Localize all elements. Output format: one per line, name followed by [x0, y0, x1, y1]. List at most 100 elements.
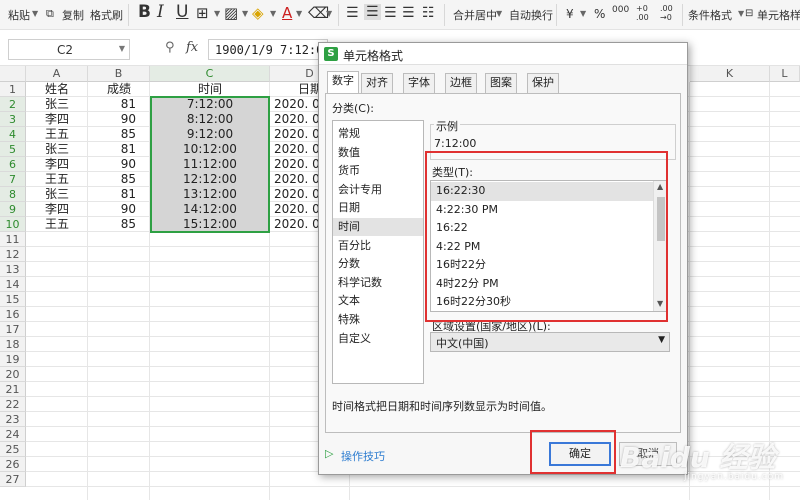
- select-all-corner[interactable]: [0, 66, 26, 82]
- merge-center-button[interactable]: 合并居中: [453, 7, 497, 23]
- row-header[interactable]: 27: [0, 472, 26, 487]
- paste-dropdown-icon[interactable]: ▼: [32, 9, 38, 18]
- row-header[interactable]: 15: [0, 292, 26, 307]
- percent-button[interactable]: %: [594, 7, 605, 21]
- tab-border[interactable]: 边框: [445, 73, 477, 93]
- copy-button[interactable]: 复制: [62, 7, 84, 23]
- category-item[interactable]: 货币: [333, 162, 423, 180]
- row-header[interactable]: 24: [0, 427, 26, 442]
- conditional-format-button[interactable]: 条件格式: [688, 7, 732, 23]
- merge-dropdown-icon[interactable]: ▼: [496, 9, 502, 18]
- currency-button[interactable]: ¥: [566, 7, 574, 21]
- cell-score[interactable]: 81: [88, 187, 136, 202]
- tab-protection[interactable]: 保护: [527, 73, 559, 93]
- row-header[interactable]: 8: [0, 187, 26, 202]
- row-header[interactable]: 1: [0, 82, 26, 97]
- row-header[interactable]: 19: [0, 352, 26, 367]
- clear-dropdown-icon[interactable]: ▼: [326, 9, 332, 18]
- italic-button[interactable]: I: [157, 2, 164, 22]
- category-item[interactable]: 会计专用: [333, 181, 423, 199]
- justify-icon[interactable]: ☰: [402, 5, 415, 21]
- font-color-dropdown-icon[interactable]: ▼: [296, 9, 302, 18]
- row-header[interactable]: 16: [0, 307, 26, 322]
- cell-score[interactable]: 90: [88, 157, 136, 172]
- align-right-icon[interactable]: ☰: [384, 5, 397, 21]
- cell-name[interactable]: 张三: [26, 142, 88, 157]
- category-item[interactable]: 特殊: [333, 311, 423, 329]
- cell-header-score[interactable]: 成绩: [88, 82, 150, 97]
- tab-number[interactable]: 数字: [327, 71, 359, 94]
- tips-link[interactable]: 操作技巧: [341, 448, 385, 464]
- name-box-dropdown-icon[interactable]: ▼: [119, 44, 125, 53]
- category-item[interactable]: 文本: [333, 292, 423, 310]
- cell-header-time[interactable]: 时间: [150, 82, 270, 97]
- category-item[interactable]: 数值: [333, 144, 423, 162]
- row-header[interactable]: 2: [0, 97, 26, 112]
- category-item[interactable]: 时间: [333, 218, 423, 236]
- row-header[interactable]: 17: [0, 322, 26, 337]
- cell-score[interactable]: 90: [88, 112, 136, 127]
- cell-style-button[interactable]: 单元格样式: [757, 7, 800, 23]
- col-header-a[interactable]: A: [26, 66, 88, 82]
- dialog-titlebar[interactable]: S 单元格格式: [319, 43, 687, 65]
- cell-score[interactable]: 81: [88, 97, 136, 112]
- cell-header-name[interactable]: 姓名: [26, 82, 88, 97]
- distribute-icon[interactable]: ☷: [422, 5, 435, 21]
- align-left-icon[interactable]: ☰: [346, 5, 359, 21]
- cell-score[interactable]: 85: [88, 172, 136, 187]
- align-center-icon[interactable]: ☰: [364, 4, 381, 20]
- category-item[interactable]: 自定义: [333, 330, 423, 348]
- paste-button[interactable]: 粘贴: [8, 7, 30, 23]
- fill-pattern-icon[interactable]: ▨: [224, 4, 238, 22]
- col-header-c[interactable]: C: [150, 66, 270, 82]
- row-header[interactable]: 23: [0, 412, 26, 427]
- row-header[interactable]: 5: [0, 142, 26, 157]
- fill-color-dropdown-icon[interactable]: ▼: [270, 9, 276, 18]
- row-header[interactable]: 20: [0, 367, 26, 382]
- category-item[interactable]: 百分比: [333, 237, 423, 255]
- category-list[interactable]: 常规 数值 货币 会计专用 日期 时间 百分比 分数 科学记数 文本 特殊 自定义: [332, 120, 424, 384]
- currency-dropdown-icon[interactable]: ▼: [580, 9, 586, 18]
- cell-name[interactable]: 张三: [26, 187, 88, 202]
- cell-style-icon[interactable]: ⊟: [745, 8, 753, 19]
- row-header[interactable]: 10: [0, 217, 26, 232]
- row-header[interactable]: 25: [0, 442, 26, 457]
- row-header[interactable]: 22: [0, 397, 26, 412]
- row-header[interactable]: 13: [0, 262, 26, 277]
- thousands-button[interactable]: 000: [612, 5, 629, 15]
- row-header[interactable]: 9: [0, 202, 26, 217]
- cell-name[interactable]: 张三: [26, 97, 88, 112]
- cell-score[interactable]: 85: [88, 127, 136, 142]
- font-color-icon[interactable]: A: [282, 4, 292, 22]
- name-box[interactable]: C2 ▼: [8, 39, 130, 60]
- conditional-format-dropdown-icon[interactable]: ▼: [738, 9, 744, 18]
- tab-alignment[interactable]: 对齐: [361, 73, 393, 93]
- cell-score[interactable]: 81: [88, 142, 136, 157]
- format-painter-button[interactable]: 格式刷: [90, 7, 123, 23]
- cell-name[interactable]: 李四: [26, 157, 88, 172]
- row-header[interactable]: 11: [0, 232, 26, 247]
- category-item[interactable]: 科学记数: [333, 274, 423, 292]
- fx-icon[interactable]: fx: [186, 40, 198, 55]
- category-item[interactable]: 日期: [333, 199, 423, 217]
- category-item[interactable]: 分数: [333, 255, 423, 273]
- row-header[interactable]: 21: [0, 382, 26, 397]
- col-header-k[interactable]: K: [690, 66, 770, 82]
- decrease-decimal-button[interactable]: .00 →0: [660, 4, 682, 22]
- underline-button[interactable]: U: [176, 2, 188, 22]
- row-header[interactable]: 18: [0, 337, 26, 352]
- col-header-b[interactable]: B: [88, 66, 150, 82]
- cell-name[interactable]: 王五: [26, 127, 88, 142]
- row-header[interactable]: 6: [0, 157, 26, 172]
- cell-score[interactable]: 85: [88, 217, 136, 232]
- wrap-text-button[interactable]: 自动换行: [509, 7, 553, 23]
- tab-font[interactable]: 字体: [403, 73, 435, 93]
- cell-name[interactable]: 李四: [26, 112, 88, 127]
- category-item[interactable]: 常规: [333, 125, 423, 143]
- bold-button[interactable]: B: [138, 2, 151, 22]
- cell-score[interactable]: 90: [88, 202, 136, 217]
- row-header[interactable]: 26: [0, 457, 26, 472]
- border-icon[interactable]: ⊞: [196, 4, 209, 22]
- region-select[interactable]: 中文(中国) ▼: [430, 332, 670, 352]
- fill-pattern-dropdown-icon[interactable]: ▼: [242, 9, 248, 18]
